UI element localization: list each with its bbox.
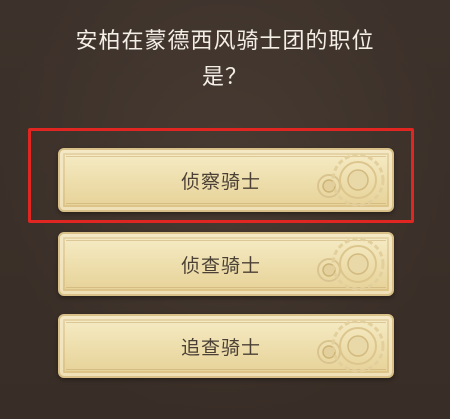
question-line-2: 是？: [201, 65, 248, 90]
gear-emblem-icon: [331, 237, 385, 291]
gear-emblem-icon: [331, 319, 385, 373]
answer-option-2[interactable]: 侦查骑士: [58, 232, 394, 296]
question-line-1: 安柏在蒙德西风骑士团的职位: [75, 29, 375, 54]
question-text: 安柏在蒙德西风骑士团的职位 是？: [30, 24, 420, 96]
answer-option-3[interactable]: 追查骑士: [58, 314, 394, 378]
selected-answer-highlight-frame: [28, 128, 414, 223]
